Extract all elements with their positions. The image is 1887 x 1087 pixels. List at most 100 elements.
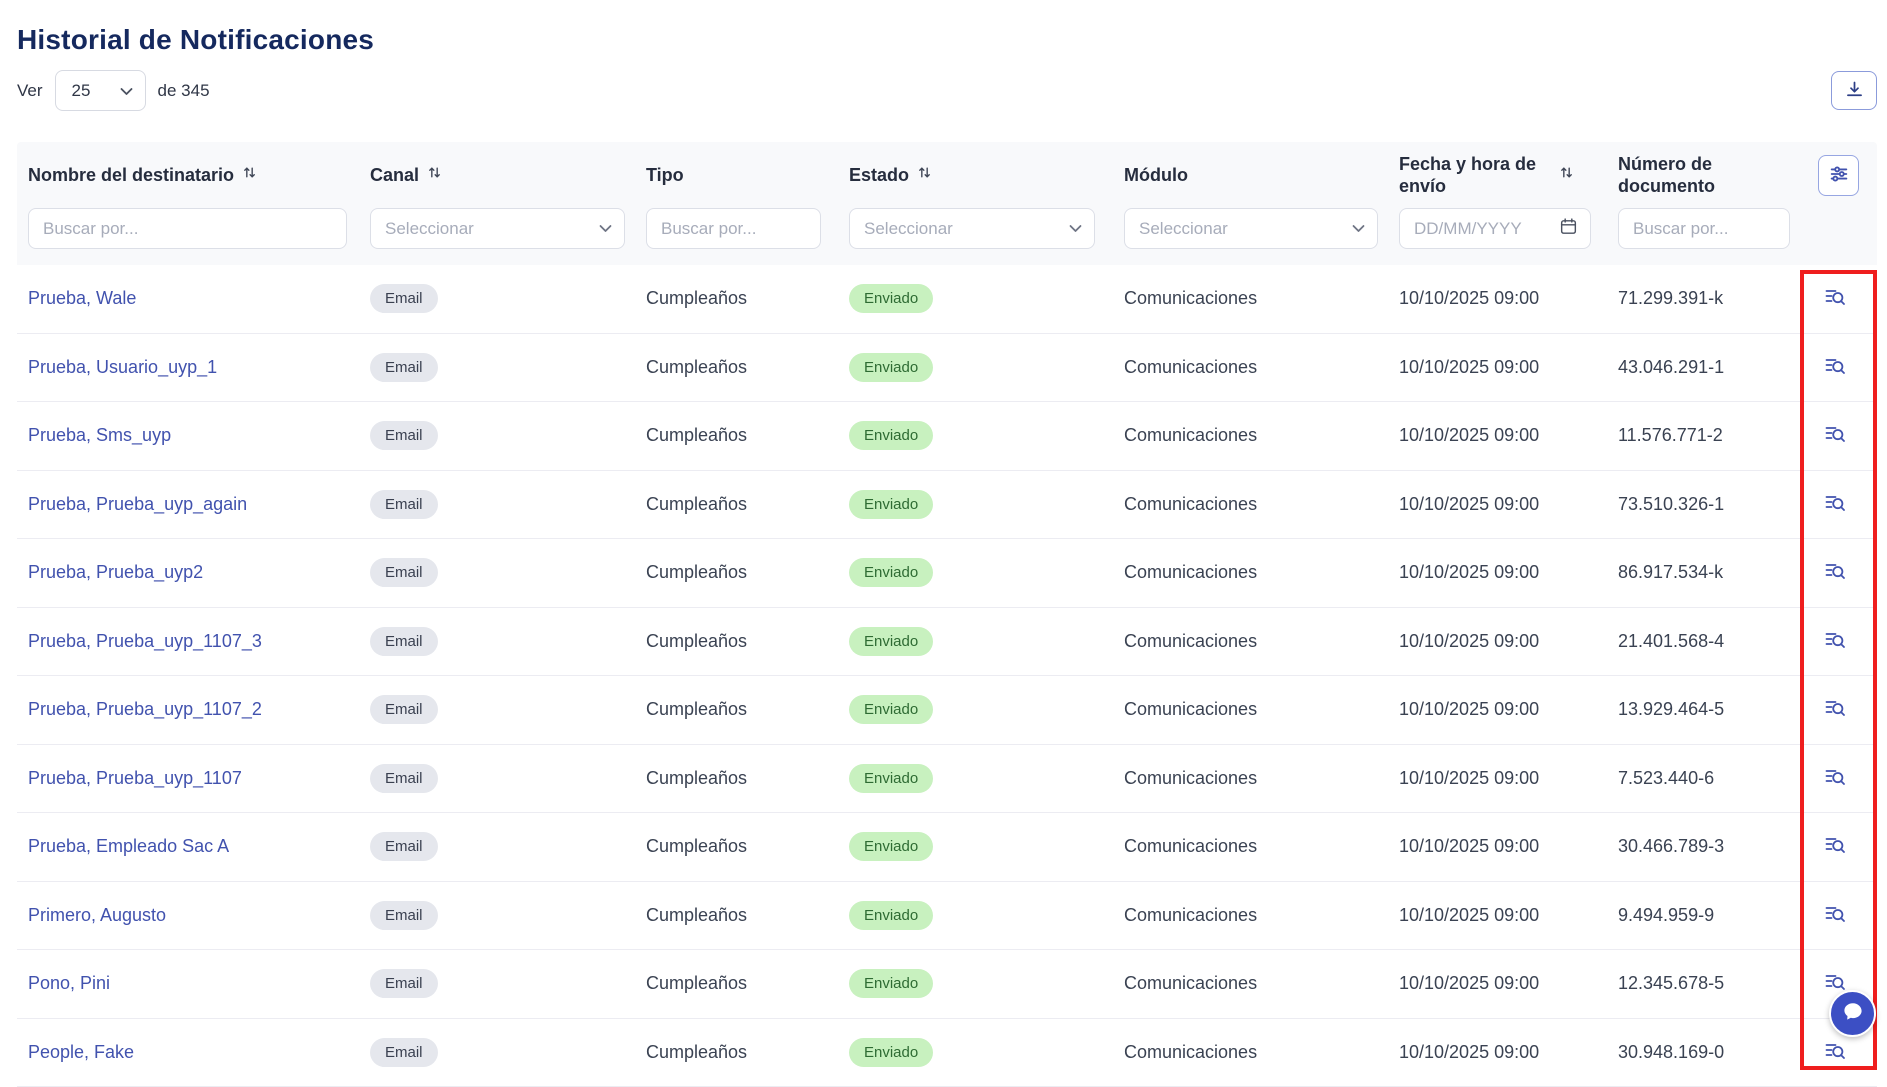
recipient-link[interactable]: Prueba, Wale [28, 288, 136, 308]
list-magnifier-icon [1823, 902, 1847, 929]
document-number-cell: 9.494.959-9 [1618, 905, 1800, 926]
filter-modulo-select[interactable]: Seleccionar [1124, 208, 1378, 249]
type-cell: Cumpleaños [646, 288, 849, 309]
column-header-tipo: Tipo [646, 164, 849, 187]
status-badge: Enviado [849, 901, 933, 930]
view-details-button[interactable] [1823, 422, 1847, 449]
sent-datetime-cell: 10/10/2025 09:00 [1399, 425, 1618, 446]
document-number-cell: 30.466.789-3 [1618, 836, 1800, 857]
select-placeholder: Seleccionar [1139, 219, 1228, 239]
filter-nombre-input[interactable] [28, 208, 347, 249]
view-details-button[interactable] [1823, 628, 1847, 655]
sent-datetime-cell: 10/10/2025 09:00 [1399, 905, 1618, 926]
column-header-canal[interactable]: Canal [370, 164, 646, 187]
download-button[interactable] [1831, 71, 1877, 110]
list-magnifier-icon [1823, 696, 1847, 723]
download-icon [1844, 79, 1865, 103]
recipient-link[interactable]: Prueba, Usuario_uyp_1 [28, 357, 217, 377]
table-row: Prueba, Prueba_uyp_1107_3 Email Cumpleañ… [17, 608, 1877, 677]
sent-datetime-cell: 10/10/2025 09:00 [1399, 631, 1618, 652]
type-cell: Cumpleaños [646, 631, 849, 652]
page-size-label: Ver [17, 81, 43, 101]
table-header: Nombre del destinatario Canal Tipo Estad… [17, 142, 1877, 265]
recipient-link[interactable]: Prueba, Prueba_uyp2 [28, 562, 203, 582]
view-details-button[interactable] [1823, 833, 1847, 860]
document-number-cell: 11.576.771-2 [1618, 425, 1800, 446]
page-size-select[interactable]: 25 [55, 70, 146, 111]
sent-datetime-cell: 10/10/2025 09:00 [1399, 288, 1618, 309]
recipient-link[interactable]: Primero, Augusto [28, 905, 166, 925]
chat-button[interactable] [1829, 990, 1876, 1037]
sent-datetime-cell: 10/10/2025 09:00 [1399, 699, 1618, 720]
view-details-button[interactable] [1823, 765, 1847, 792]
column-label-nombre: Nombre del destinatario [28, 164, 234, 187]
channel-badge: Email [370, 764, 438, 793]
list-magnifier-icon [1823, 628, 1847, 655]
sort-icon[interactable] [1559, 165, 1574, 185]
status-badge: Enviado [849, 353, 933, 382]
filter-canal-select[interactable]: Seleccionar [370, 208, 625, 249]
sort-icon[interactable] [917, 165, 932, 185]
column-header-nombre[interactable]: Nombre del destinatario [28, 164, 370, 187]
total-count: de 345 [158, 81, 210, 101]
type-cell: Cumpleaños [646, 357, 849, 378]
recipient-link[interactable]: Prueba, Prueba_uyp_1107_3 [28, 631, 262, 651]
view-details-button[interactable] [1823, 354, 1847, 381]
module-cell: Comunicaciones [1124, 699, 1399, 720]
type-cell: Cumpleaños [646, 973, 849, 994]
view-details-button[interactable] [1823, 285, 1847, 312]
channel-badge: Email [370, 901, 438, 930]
sent-datetime-cell: 10/10/2025 09:00 [1399, 768, 1618, 789]
table-filter-row: Seleccionar Seleccionar Seleccionar [17, 208, 1877, 249]
filter-fecha-date-input[interactable]: DD/MM/YYYY [1399, 208, 1591, 249]
filter-documento-input[interactable] [1618, 208, 1790, 249]
page-title: Historial de Notificaciones [17, 0, 1877, 56]
list-magnifier-icon [1823, 491, 1847, 518]
column-settings-button[interactable] [1818, 155, 1859, 196]
status-badge: Enviado [849, 558, 933, 587]
column-header-estado[interactable]: Estado [849, 164, 1124, 187]
list-magnifier-icon [1823, 285, 1847, 312]
sent-datetime-cell: 10/10/2025 09:00 [1399, 836, 1618, 857]
document-number-cell: 43.046.291-1 [1618, 357, 1800, 378]
module-cell: Comunicaciones [1124, 836, 1399, 857]
calendar-icon [1559, 217, 1578, 241]
page-container: Historial de Notificaciones Ver 25 de 34… [17, 0, 1877, 1087]
view-details-button[interactable] [1823, 1039, 1847, 1066]
view-details-button[interactable] [1823, 696, 1847, 723]
recipient-link[interactable]: Pono, Pini [28, 973, 110, 993]
view-details-button[interactable] [1823, 902, 1847, 929]
module-cell: Comunicaciones [1124, 494, 1399, 515]
recipient-link[interactable]: People, Fake [28, 1042, 134, 1062]
recipient-link[interactable]: Prueba, Empleado Sac A [28, 836, 229, 856]
module-cell: Comunicaciones [1124, 357, 1399, 378]
sort-icon[interactable] [427, 165, 442, 185]
module-cell: Comunicaciones [1124, 973, 1399, 994]
table-row: Prueba, Prueba_uyp_1107_2 Email Cumpleañ… [17, 676, 1877, 745]
filter-tipo-input[interactable] [646, 208, 821, 249]
column-header-modulo: Módulo [1124, 164, 1399, 187]
recipient-link[interactable]: Prueba, Prueba_uyp_again [28, 494, 247, 514]
view-details-button[interactable] [1823, 491, 1847, 518]
table-row: Pono, Pini Email Cumpleaños Enviado Comu… [17, 950, 1877, 1019]
column-label-estado: Estado [849, 164, 909, 187]
view-details-button[interactable] [1823, 559, 1847, 586]
channel-badge: Email [370, 353, 438, 382]
recipient-link[interactable]: Prueba, Sms_uyp [28, 425, 171, 445]
document-number-cell: 21.401.568-4 [1618, 631, 1800, 652]
status-badge: Enviado [849, 832, 933, 861]
column-label-canal: Canal [370, 164, 419, 187]
filter-estado-select[interactable]: Seleccionar [849, 208, 1095, 249]
module-cell: Comunicaciones [1124, 768, 1399, 789]
table-row: Prueba, Empleado Sac A Email Cumpleaños … [17, 813, 1877, 882]
sent-datetime-cell: 10/10/2025 09:00 [1399, 357, 1618, 378]
channel-badge: Email [370, 1038, 438, 1067]
column-label-fecha: Fecha y hora de envío [1399, 153, 1551, 198]
column-header-fecha[interactable]: Fecha y hora de envío [1399, 153, 1618, 198]
recipient-link[interactable]: Prueba, Prueba_uyp_1107 [28, 768, 242, 788]
recipient-link[interactable]: Prueba, Prueba_uyp_1107_2 [28, 699, 262, 719]
sort-icon[interactable] [242, 165, 257, 185]
chevron-down-icon [120, 81, 133, 101]
status-badge: Enviado [849, 490, 933, 519]
type-cell: Cumpleaños [646, 836, 849, 857]
